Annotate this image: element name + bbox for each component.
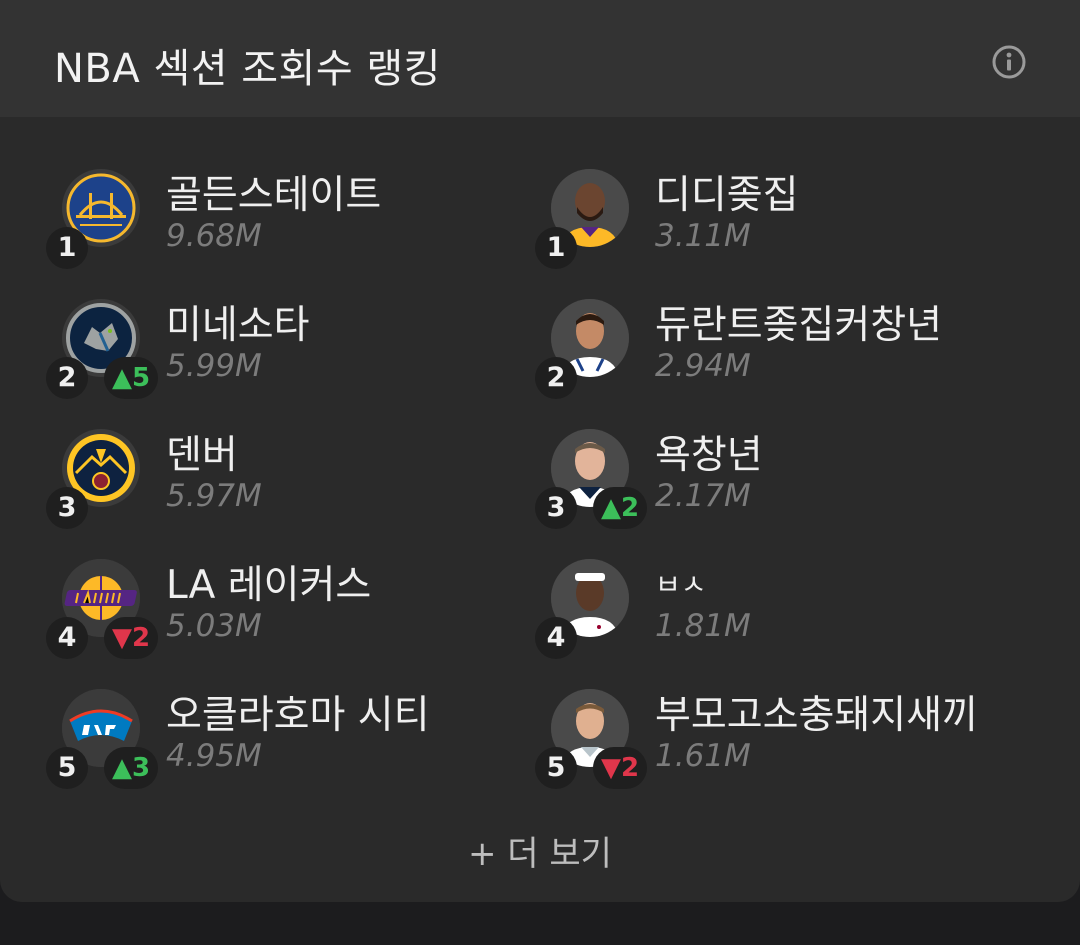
player-row[interactable]: 4 ㅂㅅ 1.81M (489, 507, 1029, 659)
player-row[interactable]: 2 듀란트좆집커창년 2.94M (489, 247, 1029, 399)
team-name: 골든스테이트 (166, 173, 382, 218)
team-name: 오클라호마 시티 (166, 693, 430, 738)
player-row[interactable]: 3 ▲2 욕창년 2.17M (489, 377, 1029, 529)
page-title: NBA 섹션 조회수 랭킹 (54, 46, 441, 92)
player-name: 부모고소충돼지새끼 (655, 693, 978, 738)
player-name: ㅂㅅ (655, 568, 707, 601)
team-name: 미네소타 (166, 303, 310, 348)
player-name: 듀란트좆집커창년 (655, 303, 943, 348)
rank-badge: 5 (46, 747, 88, 789)
view-count: 4.95M (166, 738, 262, 774)
card-header: NBA 섹션 조회수 랭킹 (0, 0, 1080, 117)
player-name: 디디좆집 (655, 173, 799, 218)
team-row[interactable]: 5 ▲3 오클라호마 시티 4.95M (0, 637, 540, 789)
rank-change-badge: ▼2 (593, 747, 647, 789)
team-row[interactable]: 3 덴버 5.97M (0, 377, 540, 529)
team-row[interactable]: 4 ▼2 LA 레이커스 5.03M (0, 507, 540, 659)
rank-change-badge: ▲3 (104, 747, 158, 789)
team-name: LA 레이커스 (166, 563, 372, 608)
view-count: 1.61M (655, 738, 751, 774)
team-name: 덴버 (166, 433, 238, 478)
player-row[interactable]: 1 디디좆집 3.11M (489, 117, 1029, 269)
team-row[interactable]: 1 골든스테이트 9.68M (0, 117, 540, 269)
see-more-button[interactable]: + 더 보기 (0, 826, 1080, 875)
player-name: 욕창년 (655, 433, 763, 478)
team-row[interactable]: 2 ▲5 미네소타 5.99M (0, 247, 540, 399)
page-background (0, 902, 1080, 945)
rank-badge: 5 (535, 747, 577, 789)
info-icon[interactable] (992, 45, 1026, 79)
nba-view-ranking-card: NBA 섹션 조회수 랭킹 1 골든스테이트 9.68M 2 ▲5 미네소타 5… (0, 0, 1080, 902)
player-row[interactable]: 5 ▼2 부모고소충돼지새끼 1.61M (489, 637, 1029, 789)
